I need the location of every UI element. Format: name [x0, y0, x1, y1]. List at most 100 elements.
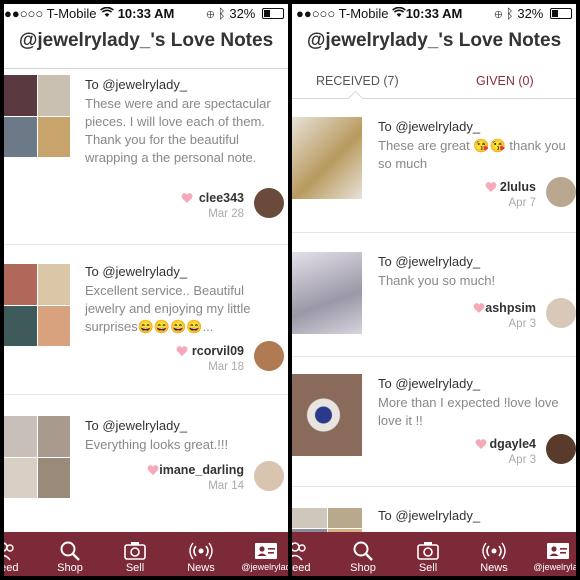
nav-label: Sell — [418, 562, 438, 574]
heart-icon — [147, 465, 159, 475]
nav-label: @jewelrylad — [533, 562, 576, 572]
listing-thumbnail[interactable] — [292, 117, 362, 199]
love-note[interactable]: To @jewelrylady_ These are great 😘😘 than… — [292, 99, 576, 233]
profile-card-icon — [547, 543, 569, 559]
listing-thumbnail[interactable] — [4, 416, 70, 498]
battery-icon — [262, 8, 284, 19]
listing-thumbnail[interactable] — [292, 252, 362, 334]
nav-profile[interactable]: @jewelrylad — [530, 532, 576, 576]
avatar[interactable] — [254, 461, 284, 491]
feed-icon — [4, 542, 14, 561]
battery-status: ⊕ ᛒ 32% — [206, 6, 284, 21]
bluetooth-icon: ᛒ — [505, 6, 514, 21]
lock-rotation-icon: ⊕ — [206, 6, 215, 21]
love-note[interactable]: To @jewelrylady_ — [292, 486, 576, 548]
search-icon — [353, 541, 373, 561]
bottom-nav: Feed Shop Sell News @jewelrylad — [292, 532, 576, 576]
note-recipient[interactable]: To @jewelrylady_ — [85, 77, 187, 92]
love-note[interactable]: To @jewelrylady_ Excellent service.. Bea… — [4, 244, 288, 395]
heart-icon — [475, 439, 487, 449]
listing-thumbnail[interactable] — [4, 75, 70, 157]
listing-thumbnail[interactable] — [4, 264, 70, 346]
jewelry-photo — [292, 508, 327, 528]
jewelry-photo — [4, 305, 37, 346]
nav-feed[interactable]: Feed — [292, 532, 326, 576]
note-recipient[interactable]: To @jewelrylady_ — [85, 418, 187, 433]
love-note[interactable]: To @jewelrylady_ More than I expected !l… — [292, 356, 576, 487]
love-note[interactable]: To @jewelrylady_ Everything looks great.… — [4, 394, 288, 535]
tab-received[interactable]: RECEIVED (7) — [316, 74, 399, 88]
note-author[interactable]: rcorvil09 — [192, 344, 244, 358]
battery-percent: 32% — [517, 6, 544, 21]
note-author[interactable]: clee343 — [199, 191, 244, 205]
heart-icon — [181, 193, 193, 203]
note-message: Thank you so much! — [378, 273, 496, 288]
love-notes-screen-left: ●●○○○ T-Mobile 10:33 AM ⊕ ᛒ 32% @jewelry… — [4, 4, 288, 576]
jewelry-photo — [37, 264, 70, 305]
jewelry-photo — [37, 75, 70, 116]
note-author[interactable]: dgayle4 — [489, 437, 536, 451]
avatar[interactable] — [254, 341, 284, 371]
nav-label: @jewelrylad — [241, 562, 288, 572]
camera-icon — [124, 542, 146, 560]
lock-rotation-icon: ⊕ — [494, 6, 503, 21]
love-notes-tabs: RECEIVED (7) GIVEN (0) — [292, 68, 576, 107]
note-author[interactable]: 2lulus — [500, 180, 536, 194]
avatar[interactable] — [546, 298, 576, 328]
note-date: Mar 14 — [208, 480, 244, 492]
avatar[interactable] — [546, 434, 576, 464]
heart-icon — [485, 182, 497, 192]
nav-label: Sell — [125, 562, 145, 574]
note-recipient[interactable]: To @jewelrylady_ — [378, 119, 480, 134]
battery-level — [552, 10, 558, 17]
jewelry-photo — [37, 416, 70, 457]
note-message: Excellent service.. Beautiful jewelry an… — [85, 283, 251, 334]
listing-thumbnail[interactable] — [292, 374, 362, 456]
note-recipient[interactable]: To @jewelrylady_ — [378, 254, 480, 269]
nav-shop[interactable]: Shop — [42, 532, 98, 576]
jewelry-photo — [4, 416, 37, 457]
nav-news[interactable]: News — [466, 532, 522, 576]
note-date: Apr 7 — [508, 197, 537, 209]
camera-icon — [417, 542, 439, 560]
note-author[interactable]: imane_darling — [159, 463, 244, 477]
nav-sell[interactable]: Sell — [107, 532, 163, 576]
note-recipient[interactable]: To @jewelrylady_ — [378, 376, 480, 391]
broadcast-icon — [482, 542, 506, 560]
avatar[interactable] — [546, 177, 576, 207]
note-message: These were and are spectacular pieces. I… — [85, 96, 271, 165]
bottom-nav: Feed Shop Sell News @jewelrylad — [4, 532, 288, 576]
nav-feed[interactable]: Feed — [4, 532, 34, 576]
status-bar: ●●○○○ T-Mobile 10:33 AM ⊕ ᛒ 32% — [292, 4, 576, 24]
jewelry-photo — [4, 264, 37, 305]
heart-icon — [473, 303, 485, 313]
love-note[interactable]: To @jewelrylady_ These were and are spec… — [4, 69, 288, 245]
battery-level — [264, 10, 270, 17]
note-message: More than I expected !love love love it … — [378, 395, 559, 428]
nav-label: Feed — [292, 562, 311, 574]
nav-label: Shop — [57, 562, 83, 574]
jewelry-photo — [4, 75, 37, 116]
nav-news[interactable]: News — [173, 532, 229, 576]
note-recipient[interactable]: To @jewelrylady_ — [85, 264, 187, 279]
feed-icon — [292, 542, 306, 561]
nav-sell[interactable]: Sell — [400, 532, 456, 576]
nav-shop[interactable]: Shop — [335, 532, 391, 576]
note-recipient[interactable]: To @jewelrylady_ — [378, 508, 480, 523]
jewelry-photo — [327, 508, 362, 528]
page-title: @jewelrylady_'s Love Notes — [18, 30, 274, 51]
search-icon — [60, 541, 80, 561]
battery-percent: 32% — [229, 6, 256, 21]
broadcast-icon — [189, 542, 213, 560]
note-date: Mar 28 — [208, 208, 244, 220]
note-date: Apr 3 — [508, 318, 537, 330]
tab-given[interactable]: GIVEN (0) — [476, 74, 534, 88]
bluetooth-icon: ᛒ — [217, 6, 226, 21]
nav-label: Shop — [350, 562, 376, 574]
nav-profile[interactable]: @jewelrylad — [238, 532, 288, 576]
profile-card-icon — [255, 543, 277, 559]
love-note[interactable]: To @jewelrylady_ Thank you so much! ashp… — [292, 232, 576, 357]
note-author[interactable]: ashpsim — [485, 301, 536, 315]
avatar[interactable] — [254, 188, 284, 218]
jewelry-photo — [4, 457, 37, 498]
